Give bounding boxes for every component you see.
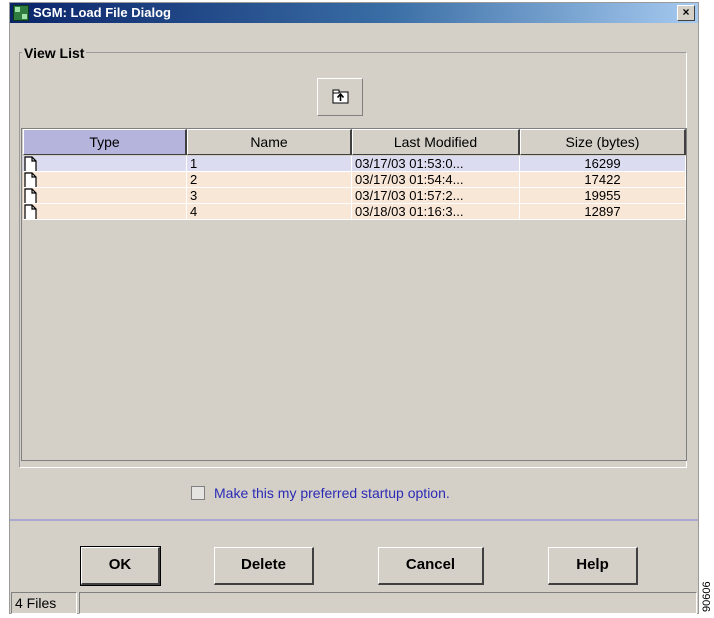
file-icon	[24, 172, 37, 187]
cell-size: 16299	[520, 156, 686, 172]
help-button[interactable]: Help	[548, 547, 638, 585]
startup-option-label[interactable]: Make this my preferred startup option.	[214, 485, 450, 501]
cancel-button[interactable]: Cancel	[378, 547, 484, 585]
table-row[interactable]: 1 03/17/03 01:53:0... 16299	[22, 156, 686, 172]
title-bar[interactable]: SGM: Load File Dialog ×	[10, 3, 698, 23]
file-icon	[24, 188, 37, 203]
close-button[interactable]: ×	[677, 5, 695, 21]
up-folder-icon	[332, 89, 349, 104]
cell-size: 12897	[520, 204, 686, 220]
column-header-type[interactable]: Type	[23, 129, 187, 155]
status-message	[79, 592, 697, 614]
separator	[10, 519, 698, 521]
cell-type	[23, 204, 187, 220]
file-table[interactable]: Type Name Last Modified Size (bytes) 1 03…	[21, 128, 687, 461]
startup-option-checkbox[interactable]	[191, 486, 205, 500]
view-list-label: View List	[22, 45, 87, 61]
cell-name: 4	[187, 204, 352, 220]
cell-name: 1	[187, 156, 352, 172]
cell-last-modified: 03/17/03 01:57:2...	[352, 188, 520, 204]
cell-type	[23, 156, 187, 172]
cell-size: 17422	[520, 172, 686, 188]
file-icon	[24, 204, 37, 219]
table-row[interactable]: 3 03/17/03 01:57:2... 19955	[22, 188, 686, 204]
table-row[interactable]: 2 03/17/03 01:54:4... 17422	[22, 172, 686, 188]
table-row[interactable]: 4 03/18/03 01:16:3... 12897	[22, 204, 686, 220]
figure-id: 90606	[701, 581, 713, 612]
cell-name: 3	[187, 188, 352, 204]
column-header-last-modified[interactable]: Last Modified	[352, 129, 520, 155]
cell-type	[23, 188, 187, 204]
status-file-count: 4 Files	[11, 592, 77, 614]
cell-last-modified: 03/17/03 01:53:0...	[352, 156, 520, 172]
cell-name: 2	[187, 172, 352, 188]
column-header-name[interactable]: Name	[187, 129, 352, 155]
app-icon	[13, 5, 29, 21]
cell-type	[23, 172, 187, 188]
window-title: SGM: Load File Dialog	[33, 5, 171, 20]
cell-last-modified: 03/18/03 01:16:3...	[352, 204, 520, 220]
file-icon	[24, 156, 37, 171]
up-folder-button[interactable]	[317, 78, 363, 116]
ok-button[interactable]: OK	[80, 546, 161, 586]
cell-last-modified: 03/17/03 01:54:4...	[352, 172, 520, 188]
cell-size: 19955	[520, 188, 686, 204]
status-bar: 4 Files	[11, 592, 697, 614]
column-header-size[interactable]: Size (bytes)	[520, 129, 686, 155]
load-file-dialog: SGM: Load File Dialog × View List Type N…	[9, 2, 699, 614]
delete-button[interactable]: Delete	[214, 547, 314, 585]
